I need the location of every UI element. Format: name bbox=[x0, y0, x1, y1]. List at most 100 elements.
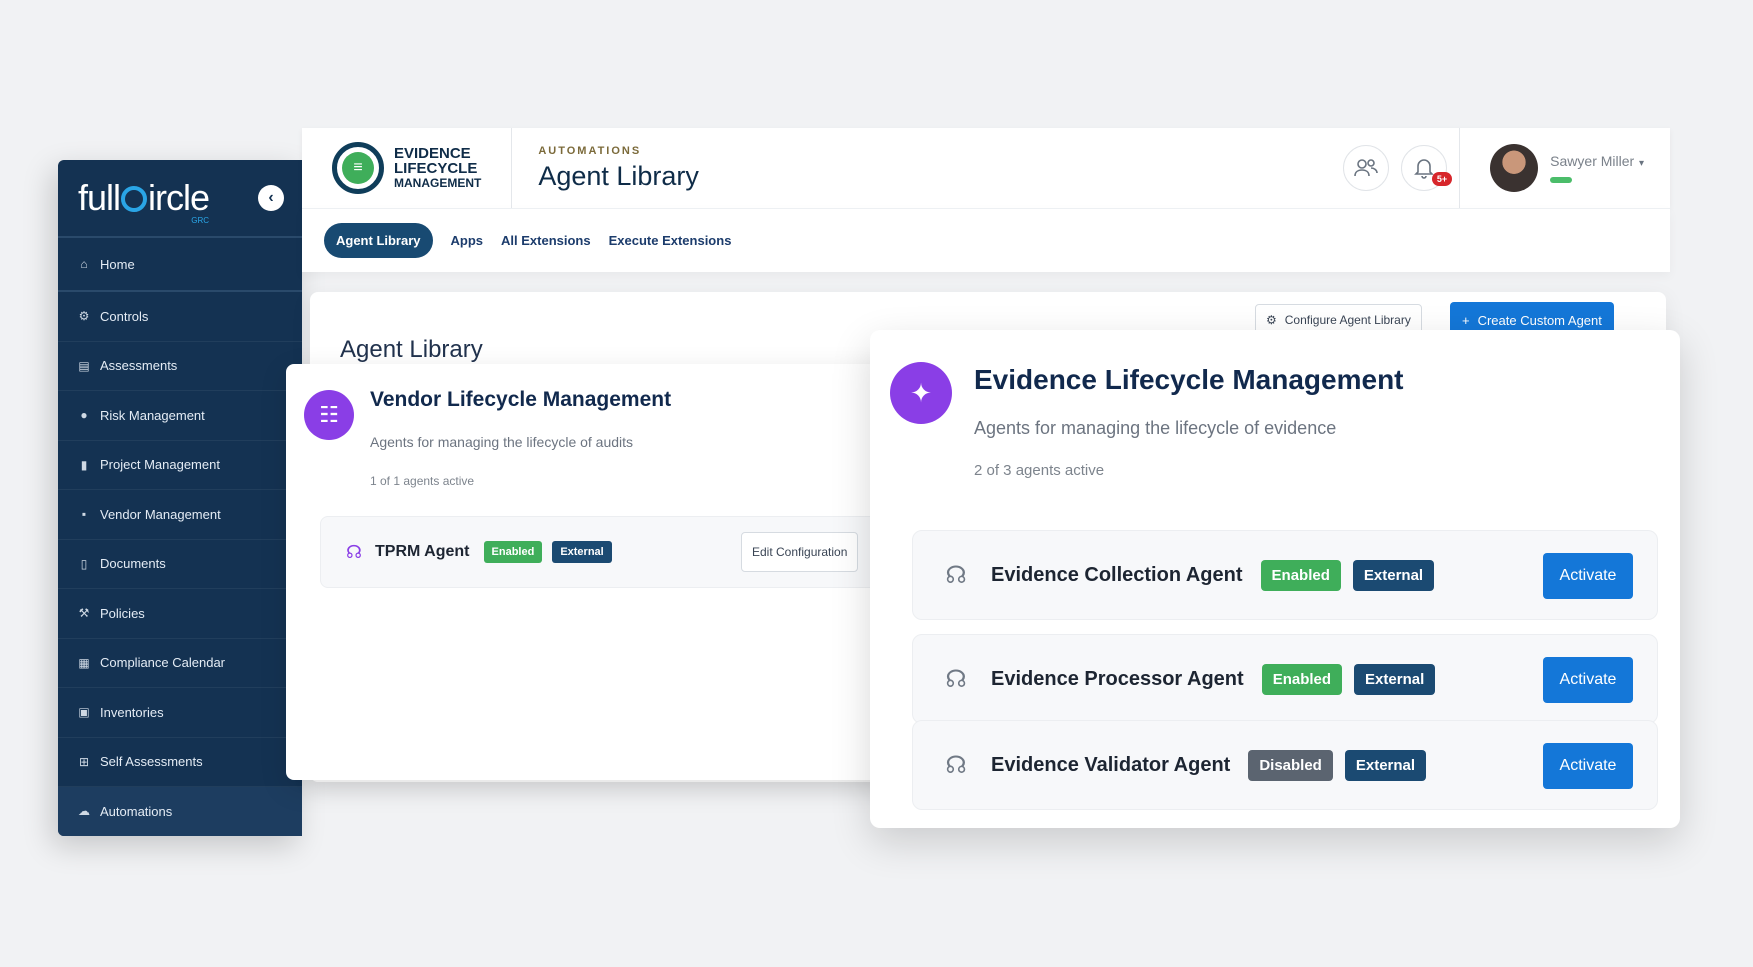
sidebar-item-assessments[interactable]: ▤ Assessments bbox=[58, 342, 302, 391]
bell-icon bbox=[1414, 159, 1435, 179]
user-menu[interactable]: Sawyer Miller ▾ bbox=[1459, 128, 1670, 208]
category-title: Vendor Lifecycle Management bbox=[370, 388, 672, 411]
grid-icon: ⊞ bbox=[78, 754, 90, 769]
status-badge: Enabled bbox=[1260, 559, 1341, 591]
type-badge: External bbox=[1344, 749, 1427, 781]
logo-sub: GRC bbox=[191, 216, 210, 225]
tab-execute-extensions[interactable]: Execute Extensions bbox=[609, 233, 732, 248]
activate-button[interactable]: Activate bbox=[1543, 743, 1633, 789]
module-logo[interactable]: ≡ EVIDENCE LIFECYCLE MANAGEMENT bbox=[302, 128, 513, 208]
create-label: Create Custom Agent bbox=[1477, 312, 1602, 328]
building-icon: ▪ bbox=[81, 507, 87, 522]
users-icon bbox=[1354, 159, 1378, 177]
page-title: Agent Library bbox=[538, 160, 699, 191]
team-button[interactable] bbox=[1343, 145, 1390, 191]
sidebar-item-label: Documents bbox=[100, 556, 166, 572]
module-name-line: EVIDENCE bbox=[394, 144, 471, 162]
category-description: Agents for managing the lifecycle of evi… bbox=[974, 418, 1337, 438]
agent-row: ☊ Evidence Collection Agent Enabled Exte… bbox=[912, 530, 1658, 620]
sidebar-item-label: Self Assessments bbox=[100, 754, 203, 770]
briefcase-icon: ▮ bbox=[80, 457, 88, 472]
document-icon: ▯ bbox=[80, 556, 88, 571]
user-name: Sawyer Miller bbox=[1550, 153, 1635, 169]
robot-icon: ☊ bbox=[945, 561, 967, 589]
notifications-button[interactable]: 5+ bbox=[1401, 145, 1453, 191]
evidence-lifecycle-card: ✦ Evidence Lifecycle Management Agents f… bbox=[870, 330, 1680, 828]
top-header: ≡ EVIDENCE LIFECYCLE MANAGEMENT AUTOMATI… bbox=[302, 128, 1670, 208]
online-status-indicator bbox=[1550, 177, 1573, 183]
activate-button[interactable]: Activate bbox=[1543, 553, 1633, 599]
chevron-down-icon: ▾ bbox=[1636, 158, 1644, 169]
avatar bbox=[1490, 144, 1539, 192]
robot-icon: ☊ bbox=[945, 751, 967, 779]
activate-button[interactable]: Activate bbox=[1543, 657, 1633, 703]
tab-bar: Agent Library Apps All Extensions Execut… bbox=[302, 208, 1670, 272]
module-name-line: LIFECYCLE bbox=[394, 159, 478, 177]
user-info: Sawyer Miller ▾ bbox=[1550, 153, 1644, 183]
box-icon: ▣ bbox=[78, 705, 90, 720]
sidebar-item-home[interactable]: ⌂ Home bbox=[58, 238, 302, 292]
sidebar-item-vendor-management[interactable]: ▪ Vendor Management bbox=[58, 490, 302, 540]
type-badge: External bbox=[1354, 663, 1436, 695]
document-sparkle-icon: ✦ bbox=[890, 362, 952, 424]
vendor-lifecycle-card: ☷ Vendor Lifecycle Management Agents for… bbox=[286, 364, 896, 780]
notification-badge: 5+ bbox=[1431, 172, 1453, 186]
module-ring-icon: ≡ bbox=[332, 142, 384, 194]
sidebar-item-label: Project Management bbox=[100, 457, 220, 473]
sidebar-item-label: Policies bbox=[100, 605, 145, 621]
sidebar-item-label: Inventories bbox=[100, 704, 164, 720]
sidebar-item-compliance-calendar[interactable]: ▦ Compliance Calendar bbox=[58, 639, 302, 688]
sidebar-item-self-assessments[interactable]: ⊞ Self Assessments bbox=[58, 738, 302, 787]
logo-ring bbox=[121, 186, 148, 212]
sidebar-item-inventories[interactable]: ▣ Inventories bbox=[58, 688, 302, 738]
tab-apps[interactable]: Apps bbox=[451, 233, 484, 248]
sidebar: full ircle GRC ‹ ⌂ Home ⚙ Controls ▤ Assessm… bbox=[58, 160, 302, 836]
sidebar-item-label: Automations bbox=[100, 803, 173, 819]
type-badge: External bbox=[552, 541, 612, 563]
agent-row: ☊ Evidence Validator Agent Disabled Exte… bbox=[912, 720, 1658, 810]
library-title: Agent Library bbox=[340, 336, 483, 363]
active-count: 1 of 1 agents active bbox=[370, 474, 475, 488]
agent-name: TPRM Agent bbox=[375, 543, 470, 560]
header-actions: 5+ Sawyer Miller ▾ bbox=[1343, 128, 1670, 208]
plus-icon: + bbox=[1462, 312, 1470, 328]
collapse-sidebar-button[interactable]: ‹ bbox=[258, 185, 284, 211]
agent-row: ☊ Evidence Processor Agent Enabled Exter… bbox=[912, 634, 1658, 724]
type-badge: External bbox=[1352, 559, 1435, 591]
sidebar-item-label: Assessments bbox=[100, 358, 178, 374]
tab-all-extensions[interactable]: All Extensions bbox=[501, 233, 591, 248]
sidebar-item-controls[interactable]: ⚙ Controls bbox=[58, 292, 302, 342]
sidebar-item-project-management[interactable]: ▮ Project Management bbox=[58, 441, 302, 490]
module-name: EVIDENCE LIFECYCLE MANAGEMENT bbox=[394, 146, 481, 191]
sidebar-item-policies[interactable]: ⚒ Policies bbox=[58, 589, 302, 639]
status-badge: Enabled bbox=[483, 541, 543, 563]
agent-name: Evidence Validator Agent bbox=[991, 753, 1231, 776]
gear-icon: ⚙ bbox=[1266, 313, 1277, 327]
logo-text-pre: full bbox=[78, 177, 121, 218]
sidebar-item-label: Controls bbox=[100, 308, 149, 324]
home-icon: ⌂ bbox=[80, 257, 88, 271]
active-count: 2 of 3 agents active bbox=[974, 462, 1105, 479]
gear-icon: ⚙ bbox=[78, 309, 90, 324]
agent-name: Evidence Collection Agent bbox=[991, 563, 1243, 586]
sidebar-item-automations[interactable]: ☁ Automations bbox=[58, 787, 302, 836]
status-badge: Disabled bbox=[1248, 749, 1333, 781]
configure-label: Configure Agent Library bbox=[1284, 313, 1411, 327]
tab-agent-library[interactable]: Agent Library bbox=[324, 223, 433, 258]
sidebar-item-label: Home bbox=[100, 256, 135, 272]
sidebar-item-label: Vendor Management bbox=[100, 506, 221, 522]
logo-text-post: ircle bbox=[148, 177, 210, 218]
shield-icon: ● bbox=[80, 408, 88, 423]
sidebar-item-risk-management[interactable]: ● Risk Management bbox=[58, 391, 302, 441]
sidebar-item-documents[interactable]: ▯ Documents bbox=[58, 540, 302, 589]
gavel-icon: ⚒ bbox=[78, 606, 90, 621]
sidebar-item-label: Compliance Calendar bbox=[100, 655, 226, 671]
section-eyebrow: AUTOMATIONS bbox=[538, 144, 642, 157]
edit-configuration-button[interactable]: Edit Configuration bbox=[741, 532, 859, 572]
category-title: Evidence Lifecycle Management bbox=[974, 364, 1404, 395]
title-block: AUTOMATIONS Agent Library bbox=[512, 145, 699, 192]
robot-icon: ☁ bbox=[78, 804, 90, 819]
brand-bar: full ircle GRC ‹ bbox=[58, 160, 302, 238]
robot-icon: ☊ bbox=[945, 665, 967, 693]
fullcircle-logo[interactable]: full ircle GRC bbox=[78, 177, 210, 225]
